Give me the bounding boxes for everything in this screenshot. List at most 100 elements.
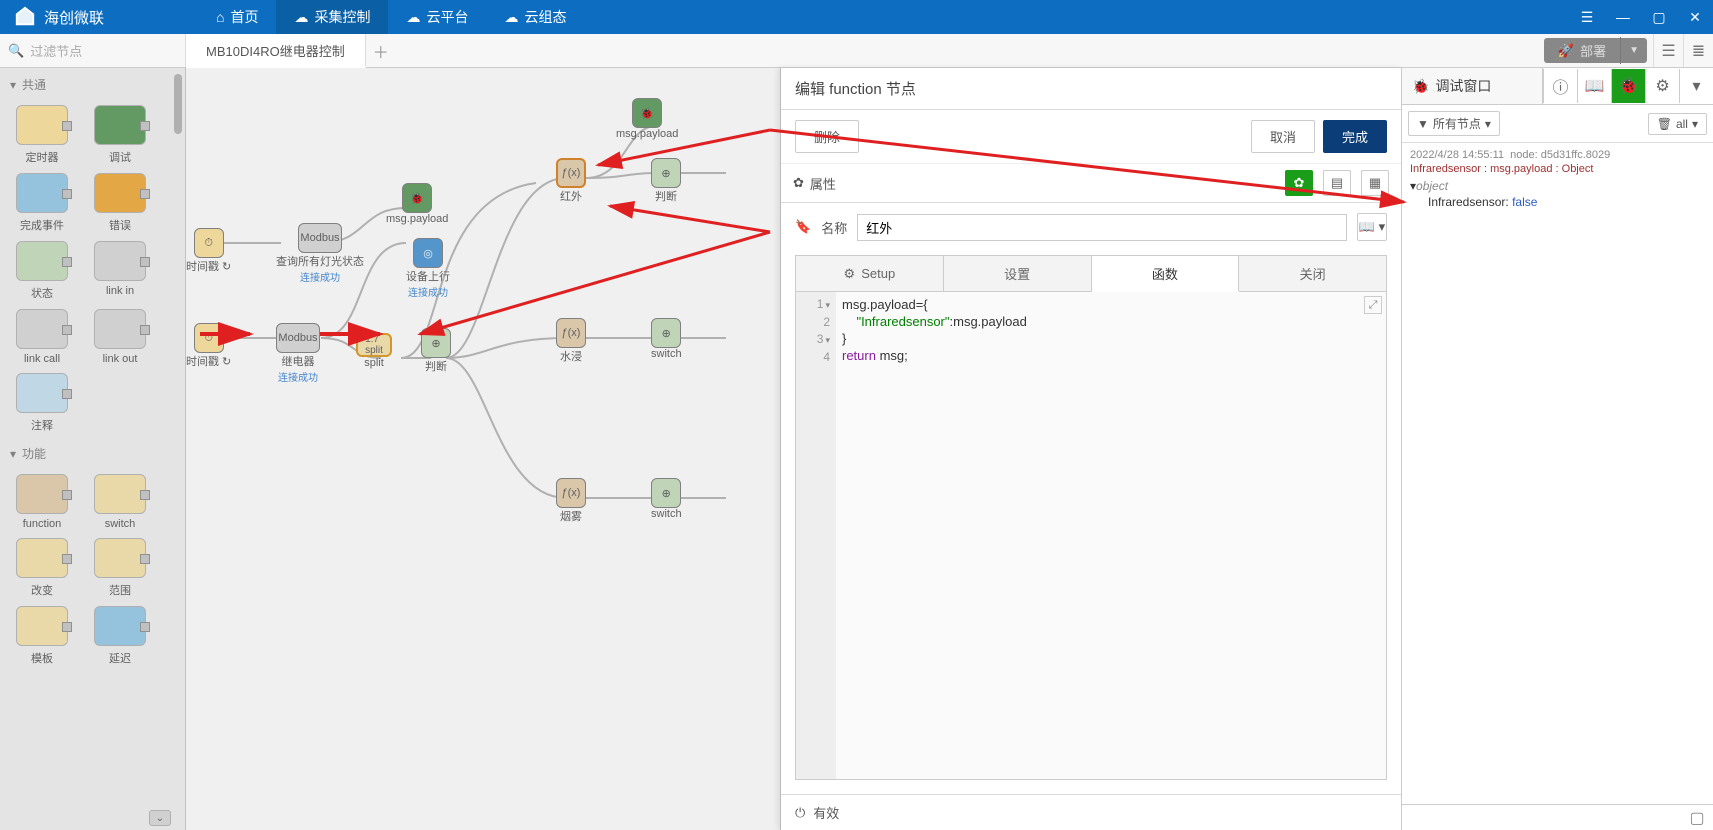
node-device-status: 连接成功 — [408, 284, 448, 299]
name-input[interactable] — [857, 214, 1347, 241]
code-editor[interactable]: 1234 msg.payload={ "Infraredsensor":msg.… — [795, 292, 1387, 780]
power-icon: ⏻ — [795, 805, 805, 821]
kv-key: Infraredsensor: — [1428, 195, 1509, 209]
done-button[interactable]: 完成 — [1323, 120, 1387, 153]
palette-node-label: 注释 — [31, 417, 53, 433]
palette-filter[interactable]: 🔍 过滤节点 — [0, 34, 186, 67]
palette-node[interactable]: 注释 — [10, 373, 74, 433]
node-switch2[interactable]: switch — [651, 508, 682, 520]
palette-node[interactable]: 范围 — [88, 538, 152, 598]
node-split[interactable]: split — [364, 357, 384, 369]
tab-setup-label: Setup — [861, 266, 895, 281]
node-device[interactable]: 设备上行 — [406, 268, 450, 284]
palette-node[interactable]: 错误 — [88, 173, 152, 233]
gear-icon: ⚙ — [844, 266, 856, 282]
palette-node[interactable]: switch — [88, 474, 152, 530]
settings-button[interactable]: ≣ — [1683, 34, 1713, 67]
node-fx-smoke[interactable]: 烟雾 — [560, 508, 582, 524]
tab-function[interactable]: 函数 — [1092, 256, 1240, 291]
palette-node[interactable]: 状态 — [10, 241, 74, 301]
palette-scrollbar[interactable] — [174, 74, 182, 134]
brand: 海创微联 — [0, 6, 118, 28]
palette-node[interactable]: 改变 — [10, 538, 74, 598]
palette-node[interactable]: function — [10, 474, 74, 530]
node-judge1[interactable]: 判断 — [425, 358, 447, 374]
palette-node[interactable]: 延迟 — [88, 606, 152, 666]
chevron-down-icon: ▾ — [1485, 117, 1491, 131]
deploy-icon: 🚀 — [1558, 43, 1574, 59]
hamburger-button[interactable]: ☰ — [1653, 34, 1683, 67]
palette-node[interactable]: 模板 — [10, 606, 74, 666]
node-debug-top[interactable]: msg.payload — [616, 128, 678, 140]
menu-home[interactable]: ⌂首页 — [198, 0, 276, 34]
sidebar-help[interactable]: 📖 — [1577, 69, 1611, 103]
tab-function-label: 函数 — [1152, 264, 1178, 283]
deploy-dropdown[interactable]: ▼ — [1621, 41, 1647, 60]
name-book-button[interactable]: 📖 ▾ — [1357, 213, 1387, 241]
node-debug-mid[interactable]: msg.payload — [386, 213, 448, 225]
node-fx-ir[interactable]: 红外 — [560, 188, 582, 204]
flow-tab[interactable]: MB10DI4RO继电器控制 — [186, 34, 366, 68]
palette-node[interactable]: link call — [10, 309, 74, 365]
debug-message[interactable]: 2022/4/28 14:55:11 node: d5d31ffc.8029 I… — [1402, 143, 1713, 215]
node-switch1[interactable]: switch — [651, 348, 682, 360]
win-close[interactable]: ✕ — [1677, 0, 1713, 34]
palette-node[interactable]: 定时器 — [10, 105, 74, 165]
add-tab[interactable]: ＋ — [366, 34, 396, 67]
tab-settings[interactable]: 设置 — [944, 256, 1092, 291]
win-max[interactable]: ▢ — [1641, 0, 1677, 34]
palette-node[interactable] — [88, 373, 152, 433]
section-label: 属性 — [810, 174, 836, 193]
tab-setup[interactable]: ⚙ Setup — [796, 256, 944, 291]
filter-nodes[interactable]: ▼ 所有节点 ▾ — [1408, 111, 1500, 136]
appearance-button[interactable]: ▦ — [1361, 170, 1389, 196]
expand-editor-button[interactable]: ⤢ — [1364, 296, 1382, 314]
env-button[interactable]: ✿ — [1285, 170, 1313, 196]
brand-text: 海创微联 — [44, 7, 104, 28]
palette-cat-common[interactable]: ▾共通 — [0, 68, 185, 101]
tab-close[interactable]: 关闭 — [1239, 256, 1386, 291]
menu-cloud[interactable]: ☁云平台 — [388, 0, 486, 34]
node-judge2[interactable]: 判断 — [655, 188, 677, 204]
sidebar-title: 调试窗口 — [1435, 76, 1491, 96]
chevron-down-icon: ▾ — [10, 78, 16, 92]
deploy-group: 🚀部署 ▼ — [1544, 38, 1647, 63]
deploy-button[interactable]: 🚀部署 — [1544, 37, 1621, 64]
palette: ▾共通 定时器调试完成事件错误状态link inlink calllink ou… — [0, 68, 186, 830]
filter-nodes-label: 所有节点 — [1433, 115, 1481, 132]
node-modbus1-status: 连接成功 — [300, 269, 340, 284]
palette-collapse[interactable]: ⌄ — [149, 810, 171, 826]
chevron-down-icon: ▾ — [10, 447, 16, 461]
node-timer2[interactable]: 时间戳 ↻ — [186, 353, 231, 369]
sidebar-info[interactable]: ⓘ — [1543, 69, 1577, 103]
palette-node[interactable]: 完成事件 — [10, 173, 74, 233]
logo-icon — [14, 6, 36, 28]
edit-panel: 编辑 function 节点 删除 取消 完成 ✿ 属性 ✿ ▤ ▦ 🔖 名称 … — [780, 68, 1401, 830]
cloud-icon: ☁ — [406, 9, 420, 26]
delete-button[interactable]: 删除 — [795, 120, 859, 153]
palette-cat-func[interactable]: ▾功能 — [0, 437, 185, 470]
sidebar-config[interactable]: ⚙ — [1645, 69, 1679, 103]
tag-icon: 🔖 — [795, 219, 811, 235]
node-modbus1[interactable]: 查询所有灯光状态 — [276, 253, 364, 269]
filter-icon: ▼ — [1417, 117, 1429, 131]
win-menu[interactable]: ☰ — [1569, 0, 1605, 34]
menu-collect[interactable]: ☁采集控制 — [276, 0, 388, 34]
win-min[interactable]: — — [1605, 0, 1641, 34]
clear-debug[interactable]: 🗑all▾ — [1648, 113, 1707, 135]
node-timer1[interactable]: 时间戳 ↻ — [186, 258, 231, 274]
sidebar-footer-btn[interactable]: ▢ — [1685, 805, 1709, 830]
doc-button[interactable]: ▤ — [1323, 170, 1351, 196]
palette-node-label: 改变 — [31, 582, 53, 598]
palette-node[interactable]: link out — [88, 309, 152, 365]
sidebar-more[interactable]: ▾ — [1679, 69, 1713, 103]
node-fx-water[interactable]: 水浸 — [560, 348, 582, 364]
menu-cloudui[interactable]: ☁云组态 — [486, 0, 584, 34]
node-modbus2-status: 连接成功 — [278, 369, 318, 384]
sidebar-debug[interactable]: 🐞 — [1611, 69, 1645, 103]
cancel-button[interactable]: 取消 — [1251, 120, 1315, 153]
palette-node-label: switch — [105, 518, 136, 530]
node-modbus2[interactable]: 继电器 — [282, 353, 315, 369]
palette-node[interactable]: link in — [88, 241, 152, 301]
palette-node[interactable]: 调试 — [88, 105, 152, 165]
